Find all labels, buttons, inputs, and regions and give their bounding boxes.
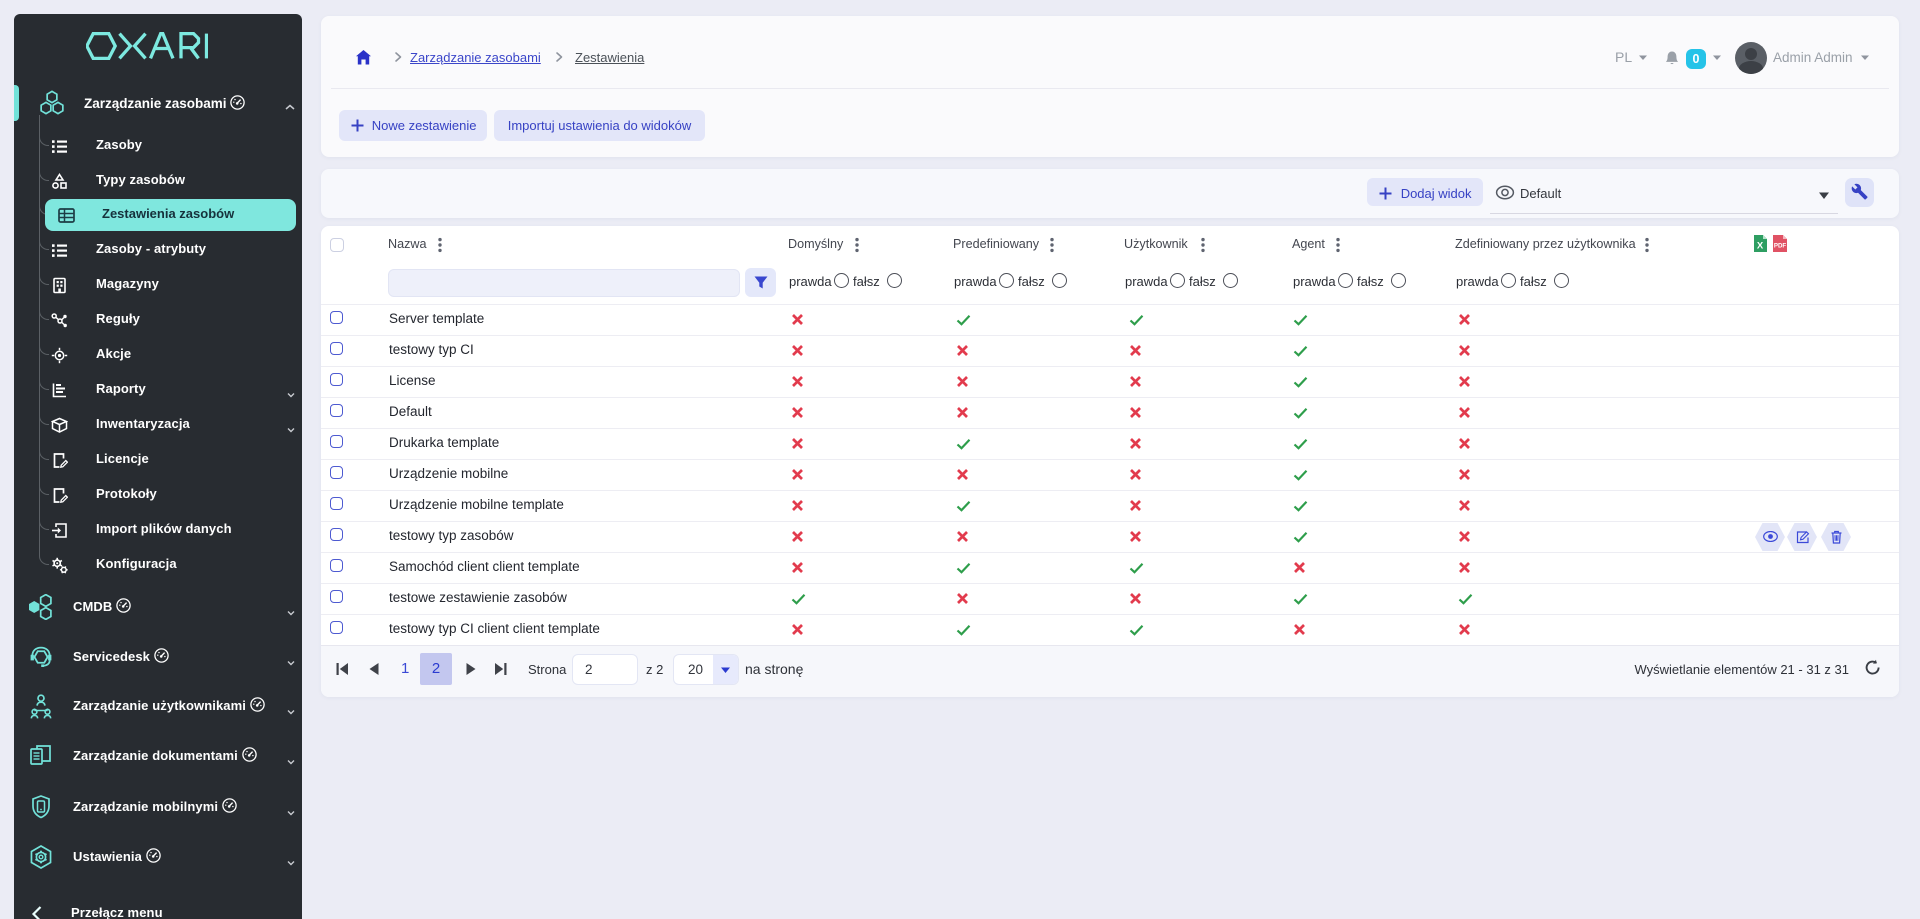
svg-text:X: X [1757, 241, 1764, 252]
svg-text:PDF: PDF [1774, 243, 1787, 250]
